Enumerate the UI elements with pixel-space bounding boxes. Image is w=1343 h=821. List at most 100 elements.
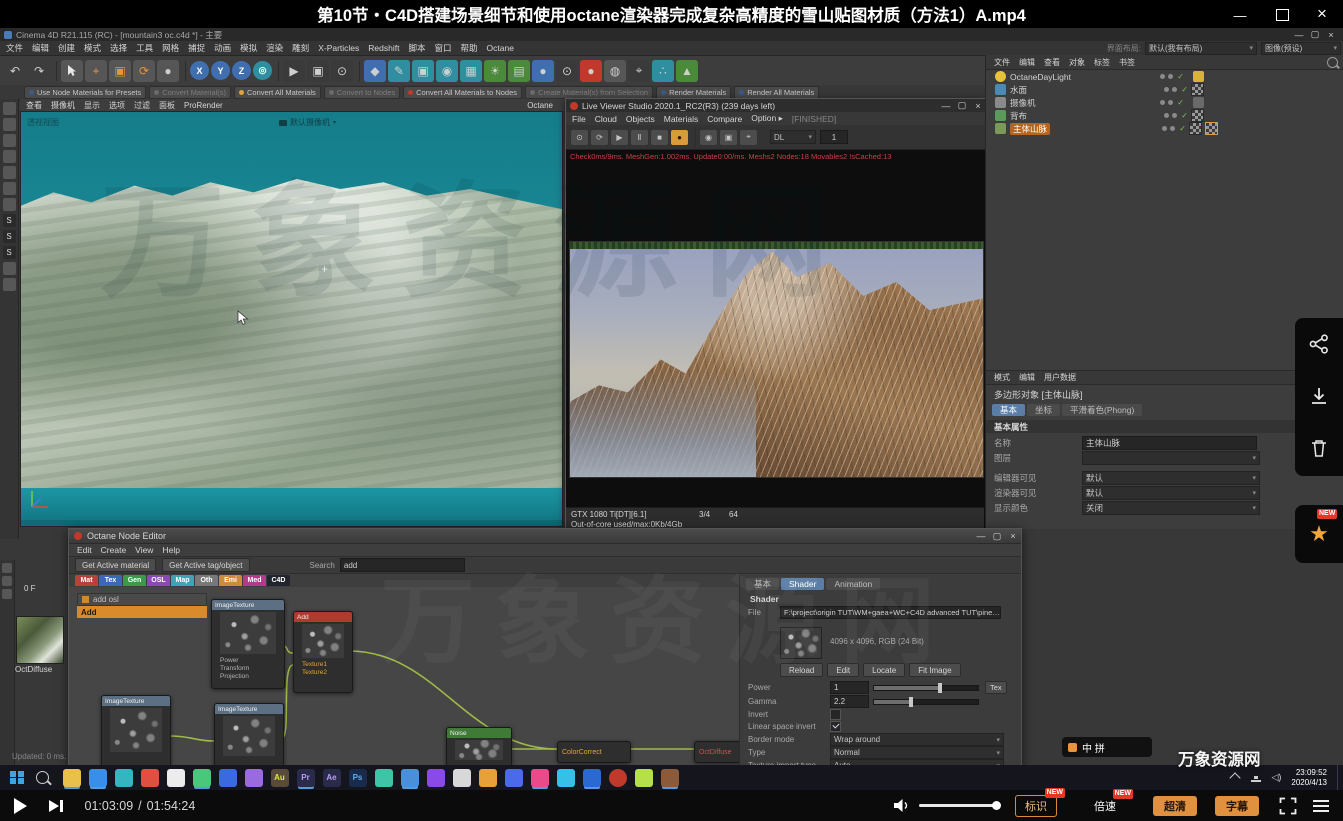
cat-mat-tab[interactable]: Mat — [75, 575, 98, 586]
fullscreen-icon[interactable] — [1279, 797, 1297, 815]
object-row-backdrop[interactable]: 背布 ✓ — [986, 109, 1343, 122]
create-material-button[interactable]: Create Material(s) from Selection — [525, 86, 653, 99]
attr-tab-basic[interactable]: 基本 — [992, 404, 1025, 416]
menu-animate[interactable]: 动画 — [214, 42, 231, 54]
viewport-menu-panel[interactable]: 面板 — [159, 100, 175, 111]
last-tool-icon[interactable]: ● — [157, 60, 179, 82]
maximize-button[interactable] — [1276, 9, 1289, 21]
menu-select[interactable]: 选择 — [110, 42, 127, 54]
linear-space-invert-checkbox[interactable] — [830, 721, 841, 732]
taskbar-icon-app-6[interactable] — [375, 769, 393, 787]
cat-oth-tab[interactable]: Oth — [195, 575, 218, 586]
render-visibility-dot[interactable] — [1168, 74, 1173, 79]
octane-daylight-icon[interactable]: ☀ — [484, 60, 506, 82]
move-tool-icon[interactable]: + — [85, 60, 107, 82]
menu-tools[interactable]: 工具 — [136, 42, 153, 54]
taskbar-icon-app-5[interactable] — [245, 769, 263, 787]
object-row-daylight[interactable]: OctaneDayLight ✓ — [986, 70, 1343, 83]
lv-menu-file[interactable]: File — [572, 114, 586, 124]
border-mode-dropdown[interactable]: Wrap around▾ — [830, 733, 1004, 746]
fit-image-button[interactable]: Fit Image — [909, 663, 960, 677]
cat-map-tab[interactable]: Map — [171, 575, 194, 586]
taskbar-icon-app-12[interactable] — [531, 769, 549, 787]
node-imagetexture-2[interactable]: ImageTexture — [101, 695, 171, 768]
enabled-check-icon[interactable]: ✓ — [1177, 72, 1184, 81]
workspace-dropdown[interactable]: 默认(我有布局)▾ — [1145, 42, 1257, 55]
c4d-minimize-icon[interactable]: — — [1291, 29, 1307, 41]
taskbar-icon-c4d[interactable] — [583, 769, 601, 787]
taskbar-icon-aftereffects[interactable]: Ae — [323, 769, 341, 787]
lv-menu-materials[interactable]: Materials — [664, 114, 698, 124]
attr-menu-edit[interactable]: 编辑 — [1019, 372, 1035, 383]
taskbar-icon-explorer[interactable] — [63, 769, 81, 787]
object-row-water[interactable]: 水面 ✓ — [986, 83, 1343, 96]
convert-all-materials-button[interactable]: Convert All Materials — [234, 86, 321, 99]
om-menu-edit[interactable]: 编辑 — [1019, 57, 1035, 68]
node-add[interactable]: Add Texture1 Texture2 — [293, 611, 353, 693]
axis-mode-icon[interactable] — [3, 262, 16, 275]
taskbar-icon-app-14[interactable] — [635, 769, 653, 787]
attr-tab-phong[interactable]: 平滑着色(Phong) — [1062, 404, 1142, 416]
edges-mode-icon[interactable] — [3, 182, 16, 195]
tray-expand-chevron[interactable] — [1230, 772, 1241, 783]
taskbar-icon-app-13[interactable] — [557, 769, 575, 787]
menu-file[interactable]: 文件 — [6, 42, 23, 54]
tray-network-icon[interactable] — [1251, 774, 1261, 782]
attr-render-visible-dropdown[interactable]: 默认▾ — [1082, 486, 1260, 500]
texture-mode-icon[interactable] — [3, 134, 16, 147]
menu-xparticles[interactable]: X-Particles — [318, 43, 359, 53]
om-menu-bookmarks[interactable]: 书签 — [1119, 57, 1135, 68]
convert-all-to-nodes-button[interactable]: Convert All Materials to Nodes — [403, 86, 522, 99]
cat-med-tab[interactable]: Med — [243, 575, 266, 586]
convert-to-nodes-button[interactable]: Convert to Nodes — [324, 86, 400, 99]
polygons-mode-icon[interactable] — [3, 198, 16, 211]
search-input[interactable]: add — [340, 558, 465, 572]
power-texture-button[interactable]: Tex — [985, 681, 1007, 694]
om-menu-file[interactable]: 文件 — [994, 57, 1010, 68]
workplane-mode-icon[interactable] — [3, 150, 16, 163]
octane-scatter-icon[interactable]: ∴ — [652, 60, 674, 82]
octane-camera-icon[interactable]: ◉ — [436, 60, 458, 82]
model-mode-icon[interactable] — [3, 118, 16, 131]
octane-up-icon[interactable]: ▲ — [676, 60, 698, 82]
ne-menu-edit[interactable]: Edit — [77, 545, 92, 555]
menu-mode[interactable]: 模式 — [84, 42, 101, 54]
c4d-maximize-icon[interactable]: ▢ — [1307, 29, 1323, 41]
viewport-menu-filter[interactable]: 过滤 — [134, 100, 150, 111]
menu-mesh[interactable]: 网格 — [162, 42, 179, 54]
lv-dl-dropdown[interactable]: DL▾ — [770, 130, 816, 144]
node-editor-titlebar[interactable]: Octane Node Editor — ▢ × — [69, 529, 1021, 544]
ime-status-popup[interactable]: 中 拼 — [1062, 737, 1152, 757]
lv-maximize-icon[interactable]: ▢ — [954, 100, 970, 112]
taskbar-search-icon[interactable] — [36, 771, 49, 784]
mark-control[interactable]: 标识 NEW — [1015, 795, 1057, 817]
material-name-label[interactable]: OctDiffuse — [15, 665, 52, 674]
next-episode-button[interactable] — [49, 800, 63, 812]
taskbar-icon-octane[interactable] — [609, 769, 627, 787]
om-search-icon[interactable] — [1327, 57, 1338, 68]
y-axis-lock-button[interactable]: Y — [211, 61, 230, 80]
viewport-menu-camera[interactable]: 摄像机 — [51, 100, 75, 111]
lv-menu-cloud[interactable]: Cloud — [595, 114, 617, 124]
gamma-value[interactable]: 2.2 — [830, 695, 869, 708]
scale-tool-icon[interactable]: ▣ — [109, 60, 131, 82]
lv-menu-option[interactable]: Option ▸ — [751, 113, 783, 124]
menu-render[interactable]: 渲染 — [266, 42, 283, 54]
menu-snap[interactable]: 捕捉 — [188, 42, 205, 54]
octane-area-light-icon[interactable]: ▤ — [508, 60, 530, 82]
start-button[interactable] — [10, 771, 24, 785]
lv-camera-icon[interactable]: ◉ — [700, 130, 717, 145]
make-editable-icon[interactable] — [3, 102, 16, 115]
lv-settings-icon[interactable]: ⊙ — [571, 130, 588, 145]
attr-menu-userdata[interactable]: 用户数据 — [1044, 372, 1076, 383]
viewport-menu-display[interactable]: 显示 — [84, 100, 100, 111]
redo-icon[interactable]: ↷ — [28, 60, 50, 82]
cat-tex-tab[interactable]: Tex — [99, 575, 122, 586]
taskbar-icon-premiere[interactable]: Pr — [297, 769, 315, 787]
snap-s2-icon[interactable]: S — [3, 230, 16, 243]
menu-octane[interactable]: Octane — [487, 43, 514, 53]
live-viewer-window[interactable]: Live Viewer Studio 2020.1_RC2(R3) (239 d… — [565, 98, 987, 532]
menu-help[interactable]: 帮助 — [461, 42, 478, 54]
lv-picker-icon[interactable]: ⌖ — [740, 130, 757, 145]
live-viewer-titlebar[interactable]: Live Viewer Studio 2020.1_RC2(R3) (239 d… — [566, 99, 986, 112]
